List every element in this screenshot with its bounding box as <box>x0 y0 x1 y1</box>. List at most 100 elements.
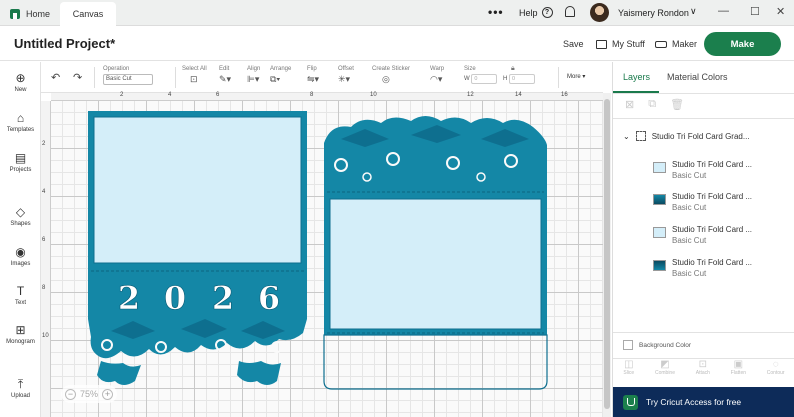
zoom-out-button[interactable]: − <box>65 388 76 400</box>
chevron-down-icon[interactable]: ⌄ <box>623 132 630 141</box>
arrange-icon: ⧉▾ <box>270 74 281 84</box>
cricut-access-label: Try Cricut Access for free <box>646 397 742 407</box>
select-all-button[interactable]: Select All ⊡ <box>182 66 207 85</box>
sidebar-item-new[interactable]: ⊕ New <box>0 72 41 94</box>
project-header: Untitled Project* Save My Stuff Maker Ma… <box>0 27 794 61</box>
warp-button[interactable]: Warp ◠▾ <box>430 66 444 85</box>
upload-icon: ⤒ <box>17 377 24 391</box>
question-icon: ? <box>541 7 553 18</box>
create-sticker-button[interactable]: Create Sticker ◎ <box>372 66 410 85</box>
sidebar-item-templates[interactable]: ⌂ Templates <box>0 111 41 134</box>
operation-select[interactable]: Basic Cut <box>103 74 153 85</box>
lock-icon[interactable]: 🔒︎ <box>511 65 515 73</box>
project-title[interactable]: Untitled Project* <box>14 36 115 51</box>
make-button[interactable]: Make <box>704 32 781 56</box>
projects-icon: ▤ <box>14 151 27 165</box>
more-menu-icon[interactable]: ••• <box>488 5 504 19</box>
edit-toolbar: ↶ ↷ Operation Basic Cut Select All ⊡ Edi… <box>41 62 603 93</box>
sidebar-item-projects[interactable]: ▤ Projects <box>0 151 41 174</box>
operation-group: Operation Basic Cut <box>103 66 153 85</box>
save-button[interactable]: Save <box>563 39 584 49</box>
edit-label: Edit <box>219 66 230 72</box>
close-icon[interactable]: ✕ <box>776 5 785 18</box>
arrange-label: Arrange <box>270 66 292 72</box>
redo-icon[interactable]: ↷ <box>73 71 82 84</box>
width-label: W <box>464 76 470 82</box>
layer-operation: Basic Cut <box>672 203 707 212</box>
sidebar-item-monogram[interactable]: ⊞ Monogram <box>0 323 41 346</box>
layer-name: Studio Tri Fold Card ... <box>672 192 753 201</box>
help-button[interactable]: Help ? <box>519 7 553 18</box>
bell-icon[interactable] <box>565 6 575 17</box>
zoom-control: − 75% + <box>61 385 117 403</box>
shirt-icon: ⌂ <box>16 111 25 125</box>
avatar[interactable] <box>590 3 609 22</box>
sidebar-item-label: Images <box>10 261 31 267</box>
shapes-icon: ◇ <box>15 205 26 219</box>
combine-button[interactable]: ◩ Combine <box>655 359 675 387</box>
year-digit: 2 <box>212 279 234 317</box>
scrollbar-thumb[interactable] <box>604 99 610 409</box>
vertical-scrollbar[interactable] <box>603 93 611 417</box>
combine-icon: ◩ <box>660 359 670 370</box>
layer-operation: Basic Cut <box>672 171 707 180</box>
align-icon: ⊫▾ <box>247 74 260 84</box>
tab-material-colors[interactable]: Material Colors <box>667 72 728 82</box>
select-all-label: Select All <box>182 66 207 72</box>
undo-icon[interactable]: ↶ <box>51 71 60 84</box>
group-icon[interactable]: ⊠ <box>625 98 634 111</box>
sidebar-item-shapes[interactable]: ◇ Shapes <box>0 205 41 228</box>
zoom-in-button[interactable]: + <box>101 388 113 400</box>
cricut-access-banner[interactable]: Try Cricut Access for free <box>613 387 794 417</box>
more-button[interactable]: More ▾ <box>567 73 585 80</box>
flatten-button[interactable]: ▣ Flatten <box>731 359 746 387</box>
chevron-down-icon[interactable]: ∨ <box>690 6 697 17</box>
tab-home[interactable]: Home <box>10 2 50 26</box>
arrange-button[interactable]: Arrange ⧉▾ <box>270 66 291 85</box>
trash-icon[interactable]: 🗑︎ <box>670 98 684 111</box>
align-button[interactable]: Align ⊫▾ <box>247 66 260 85</box>
sidebar-item-images[interactable]: ◉ Images <box>0 246 41 268</box>
flip-button[interactable]: Flip ⇋▾ <box>307 66 319 85</box>
offset-button[interactable]: Offset ✳▾ <box>338 66 354 85</box>
cricut-access-icon <box>623 394 638 410</box>
height-input[interactable]: 0 <box>509 74 536 84</box>
flatten-icon: ▣ <box>733 359 744 370</box>
sidebar-item-label: Upload <box>10 393 30 399</box>
monogram-icon: ⊞ <box>15 323 26 337</box>
minimize-icon[interactable]: — <box>718 5 729 17</box>
folder-icon <box>596 39 607 49</box>
background-swatch[interactable] <box>623 340 633 350</box>
background-color-row[interactable]: Background Color <box>623 340 691 350</box>
card-panel-left[interactable] <box>88 111 307 385</box>
layer-group[interactable]: ⌄ Studio Tri Fold Card Grad... <box>623 131 750 141</box>
help-label: Help <box>519 7 538 18</box>
tab-canvas[interactable]: Canvas <box>60 2 116 26</box>
year-digit: 2 <box>118 279 140 317</box>
width-input[interactable]: 0 <box>471 74 498 84</box>
size-fields: W 0 H 0 <box>464 74 539 84</box>
contour-button[interactable]: ◌ Contour <box>767 359 785 387</box>
sidebar-item-label: Projects <box>9 167 32 173</box>
create-sticker-label: Create Sticker <box>372 66 411 72</box>
sticker-icon: ◎ <box>382 74 390 84</box>
slice-button[interactable]: ◫ Slice <box>623 359 634 387</box>
username[interactable]: Yaismery Rondon <box>618 8 689 18</box>
card-panel-right[interactable] <box>323 116 548 390</box>
canvas-area: 2 4 6 8 10 12 14 16 2 4 6 8 10 2 0 2 6 −… <box>41 92 611 417</box>
edit-button[interactable]: Edit ✎▾ <box>219 66 231 85</box>
flatten-label: Flatten <box>730 370 747 376</box>
height-label: H <box>503 76 508 82</box>
maximize-icon[interactable]: ☐ <box>750 5 760 18</box>
left-sidebar: ⊕ New ⌂ Templates ▤ Projects ◇ Shapes ◉ … <box>0 62 41 417</box>
zoom-level: 75% <box>79 389 98 399</box>
attach-button[interactable]: ⊡ Attach <box>696 359 710 387</box>
my-stuff-button[interactable]: My Stuff <box>596 39 645 49</box>
maker-button[interactable]: Maker <box>655 39 697 49</box>
year-digit: 0 <box>164 279 186 317</box>
duplicate-icon[interactable]: ⧉ <box>648 98 656 111</box>
tab-layers[interactable]: Layers <box>623 72 650 82</box>
sidebar-item-text[interactable]: T Text <box>0 285 41 307</box>
year-digit: 6 <box>258 279 280 317</box>
sidebar-item-upload[interactable]: ⤒ Upload <box>0 377 41 400</box>
